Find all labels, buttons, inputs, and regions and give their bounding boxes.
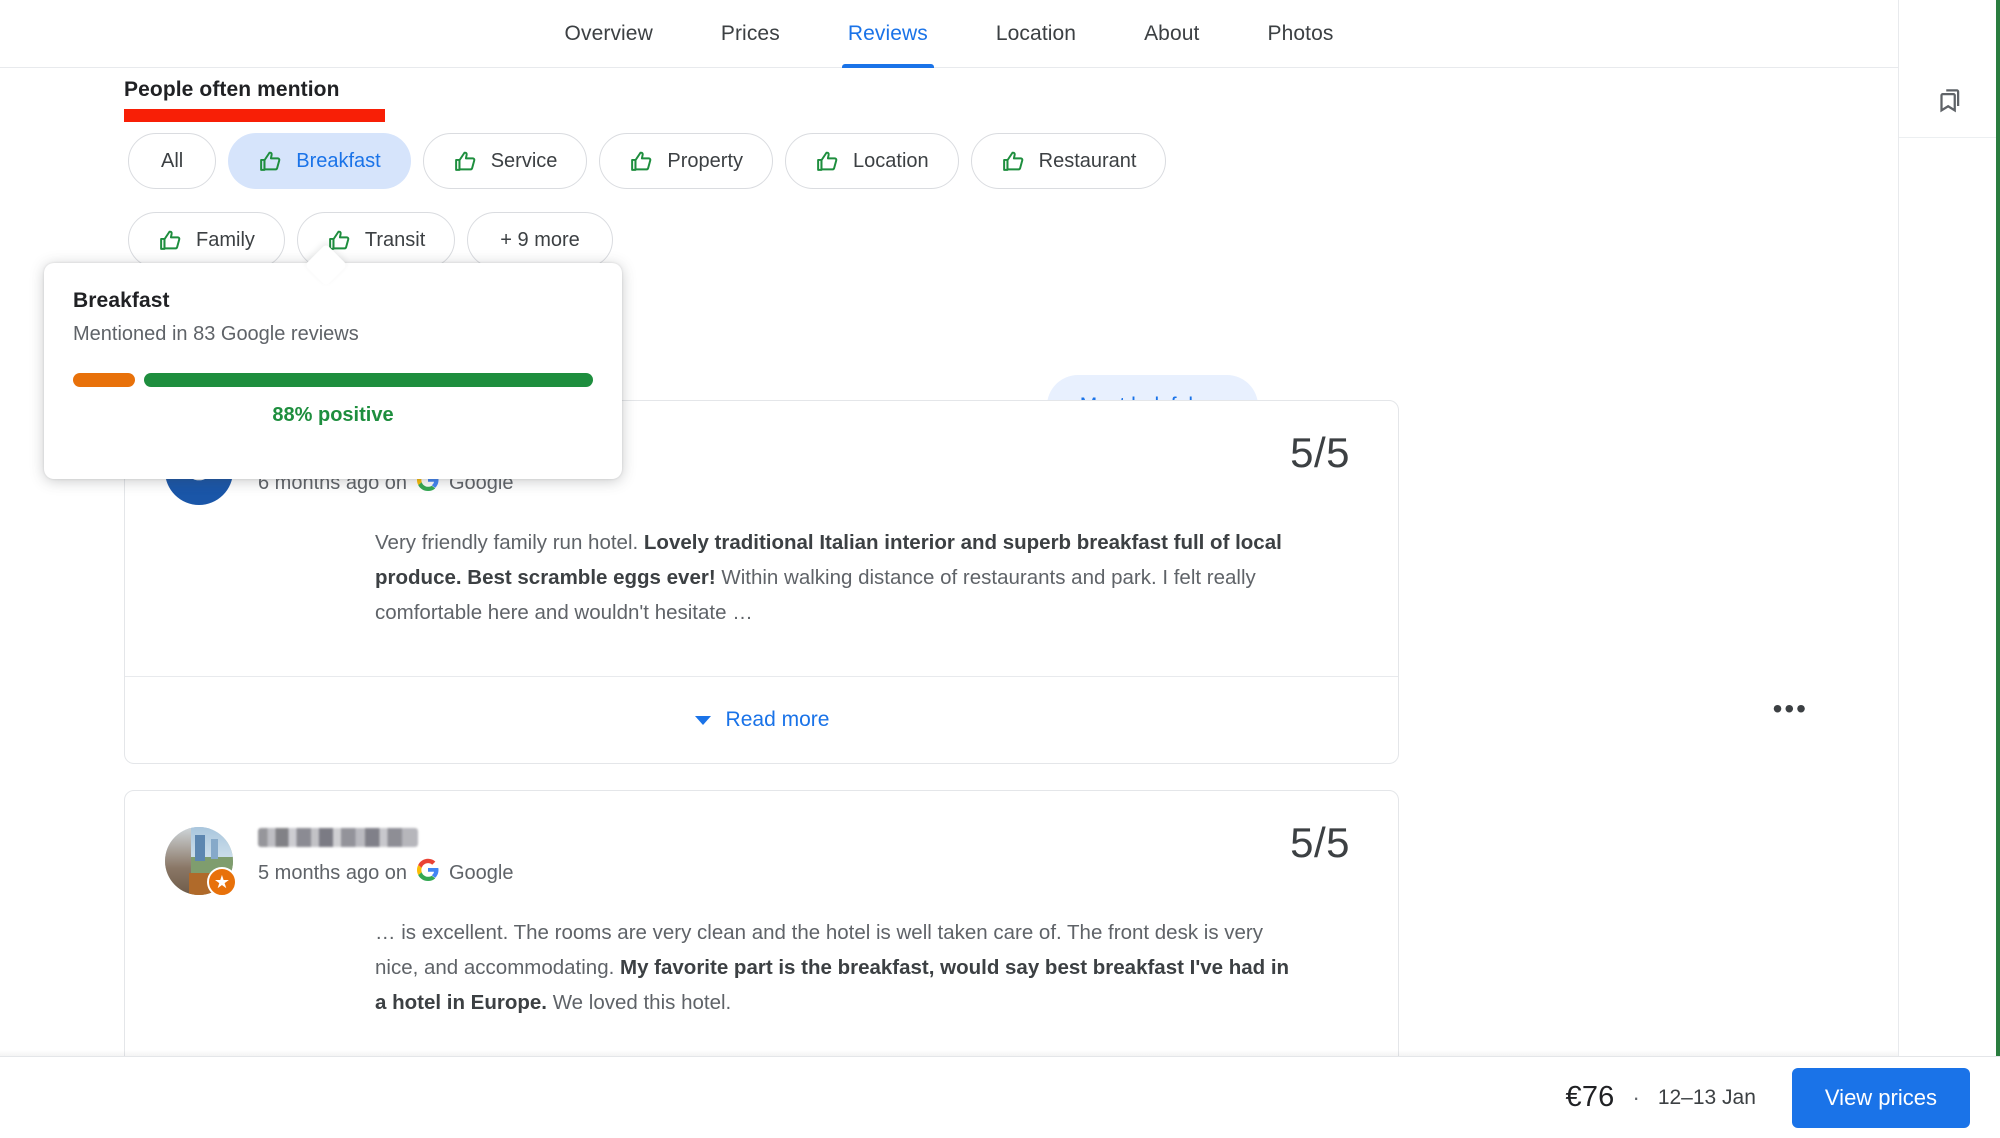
topic-chip-more[interactable]: + 9 more (467, 212, 613, 268)
review-rating: 5/5 (1290, 819, 1350, 866)
reviewer-name-redacted (258, 828, 418, 847)
topic-chip-label: All (161, 149, 184, 172)
topic-chip-service[interactable]: Service (422, 133, 588, 189)
review-meta: 5 months ago on Google (258, 858, 514, 888)
thumbs-up-icon (158, 228, 183, 253)
avatar: ★ (165, 827, 237, 897)
tooltip-subtitle: Mentioned in 83 Google reviews (73, 323, 359, 345)
topic-chip-label: Transit (364, 228, 426, 251)
tab-location[interactable]: Location (962, 0, 1110, 68)
read-more-button[interactable]: Read more (125, 676, 1398, 763)
review-timestamp: 5 months ago on (258, 861, 407, 884)
topic-chip-all[interactable]: All (128, 133, 217, 189)
review-author-block: 5 months ago on Google (258, 827, 514, 888)
annotation-highlight-bar (124, 109, 385, 122)
topic-chip-location[interactable]: Location (785, 133, 959, 189)
tooltip-title: Breakfast (73, 289, 170, 312)
booking-bottom-bar: €76 · 12–13 Jan View prices (0, 1056, 2000, 1138)
topic-chip-label: + 9 more (500, 228, 580, 251)
right-rail (1898, 0, 2000, 1138)
thumbs-up-icon (1001, 149, 1026, 174)
tab-about[interactable]: About (1110, 0, 1233, 68)
review-overflow-menu[interactable]: ••• (1773, 695, 1808, 723)
topic-chip-property[interactable]: Property (599, 133, 774, 189)
topic-chip-label: Breakfast (296, 149, 381, 172)
topic-chip-label: Family (196, 228, 255, 251)
price-amount: €76 (1565, 1081, 1615, 1113)
review-rating: 5/5 (1290, 429, 1350, 476)
thumbs-up-icon (453, 149, 478, 174)
review-text-plain: Very friendly family run hotel. (375, 531, 644, 554)
google-logo-icon (416, 858, 440, 888)
separator-dot: · (1632, 1084, 1640, 1110)
topic-chip-label: Restaurant (1038, 149, 1137, 172)
topic-tooltip: Breakfast Mentioned in 83 Google reviews… (44, 263, 622, 479)
review-text: Very friendly family run hotel. Lovely t… (125, 525, 1398, 630)
sentiment-bar-negative (73, 373, 135, 387)
local-guide-badge-icon: ★ (207, 867, 237, 897)
view-prices-button[interactable]: View prices (1791, 1067, 1970, 1128)
thumbs-up-icon (629, 149, 654, 174)
tab-reviews[interactable]: Reviews (814, 0, 962, 68)
saved-collections-icon (1935, 86, 1965, 121)
tab-photos[interactable]: Photos (1233, 0, 1367, 68)
chevron-down-icon (694, 708, 712, 732)
tab-prices[interactable]: Prices (687, 0, 814, 68)
review-card: ★ 5 months ago on Google 5/5 … is excell… (124, 790, 1399, 1056)
page-title: People often mention (124, 78, 340, 101)
topic-chip-label: Property (667, 149, 744, 172)
topic-chip-row-primary: All Breakfast Service Property Location … (128, 133, 1167, 189)
review-header: ★ 5 months ago on Google 5/5 (125, 791, 1398, 897)
reviews-panel: People often mention All Breakfast Servi… (0, 68, 1898, 1056)
window-edge-accent (1996, 0, 2000, 1138)
topic-chip-label: Service (490, 149, 558, 172)
topic-chip-row-secondary: Family Transit + 9 more (128, 212, 613, 268)
sentiment-bar-positive (144, 373, 593, 387)
review-source: Google (449, 861, 514, 884)
sentiment-positive-label: 88% positive (272, 404, 394, 426)
saved-collections-button[interactable] (1899, 69, 2000, 138)
review-text: … is excellent. The rooms are very clean… (125, 915, 1398, 1020)
topic-chip-restaurant[interactable]: Restaurant (970, 133, 1167, 189)
sentiment-bar (73, 373, 593, 387)
read-more-label: Read more (725, 708, 830, 731)
thumbs-up-icon (258, 149, 283, 174)
topic-chip-label: Location (853, 149, 929, 172)
thumbs-up-icon (815, 149, 840, 174)
stay-dates: 12–13 Jan (1657, 1085, 1756, 1109)
tab-overview[interactable]: Overview (531, 0, 687, 68)
sentiment-bar-gap (135, 373, 144, 387)
topic-chip-breakfast[interactable]: Breakfast (228, 133, 411, 189)
review-text-plain: We loved this hotel. (547, 991, 732, 1014)
section-tab-bar: Overview Prices Reviews Location About P… (0, 0, 1898, 68)
topic-chip-family[interactable]: Family (128, 212, 285, 268)
